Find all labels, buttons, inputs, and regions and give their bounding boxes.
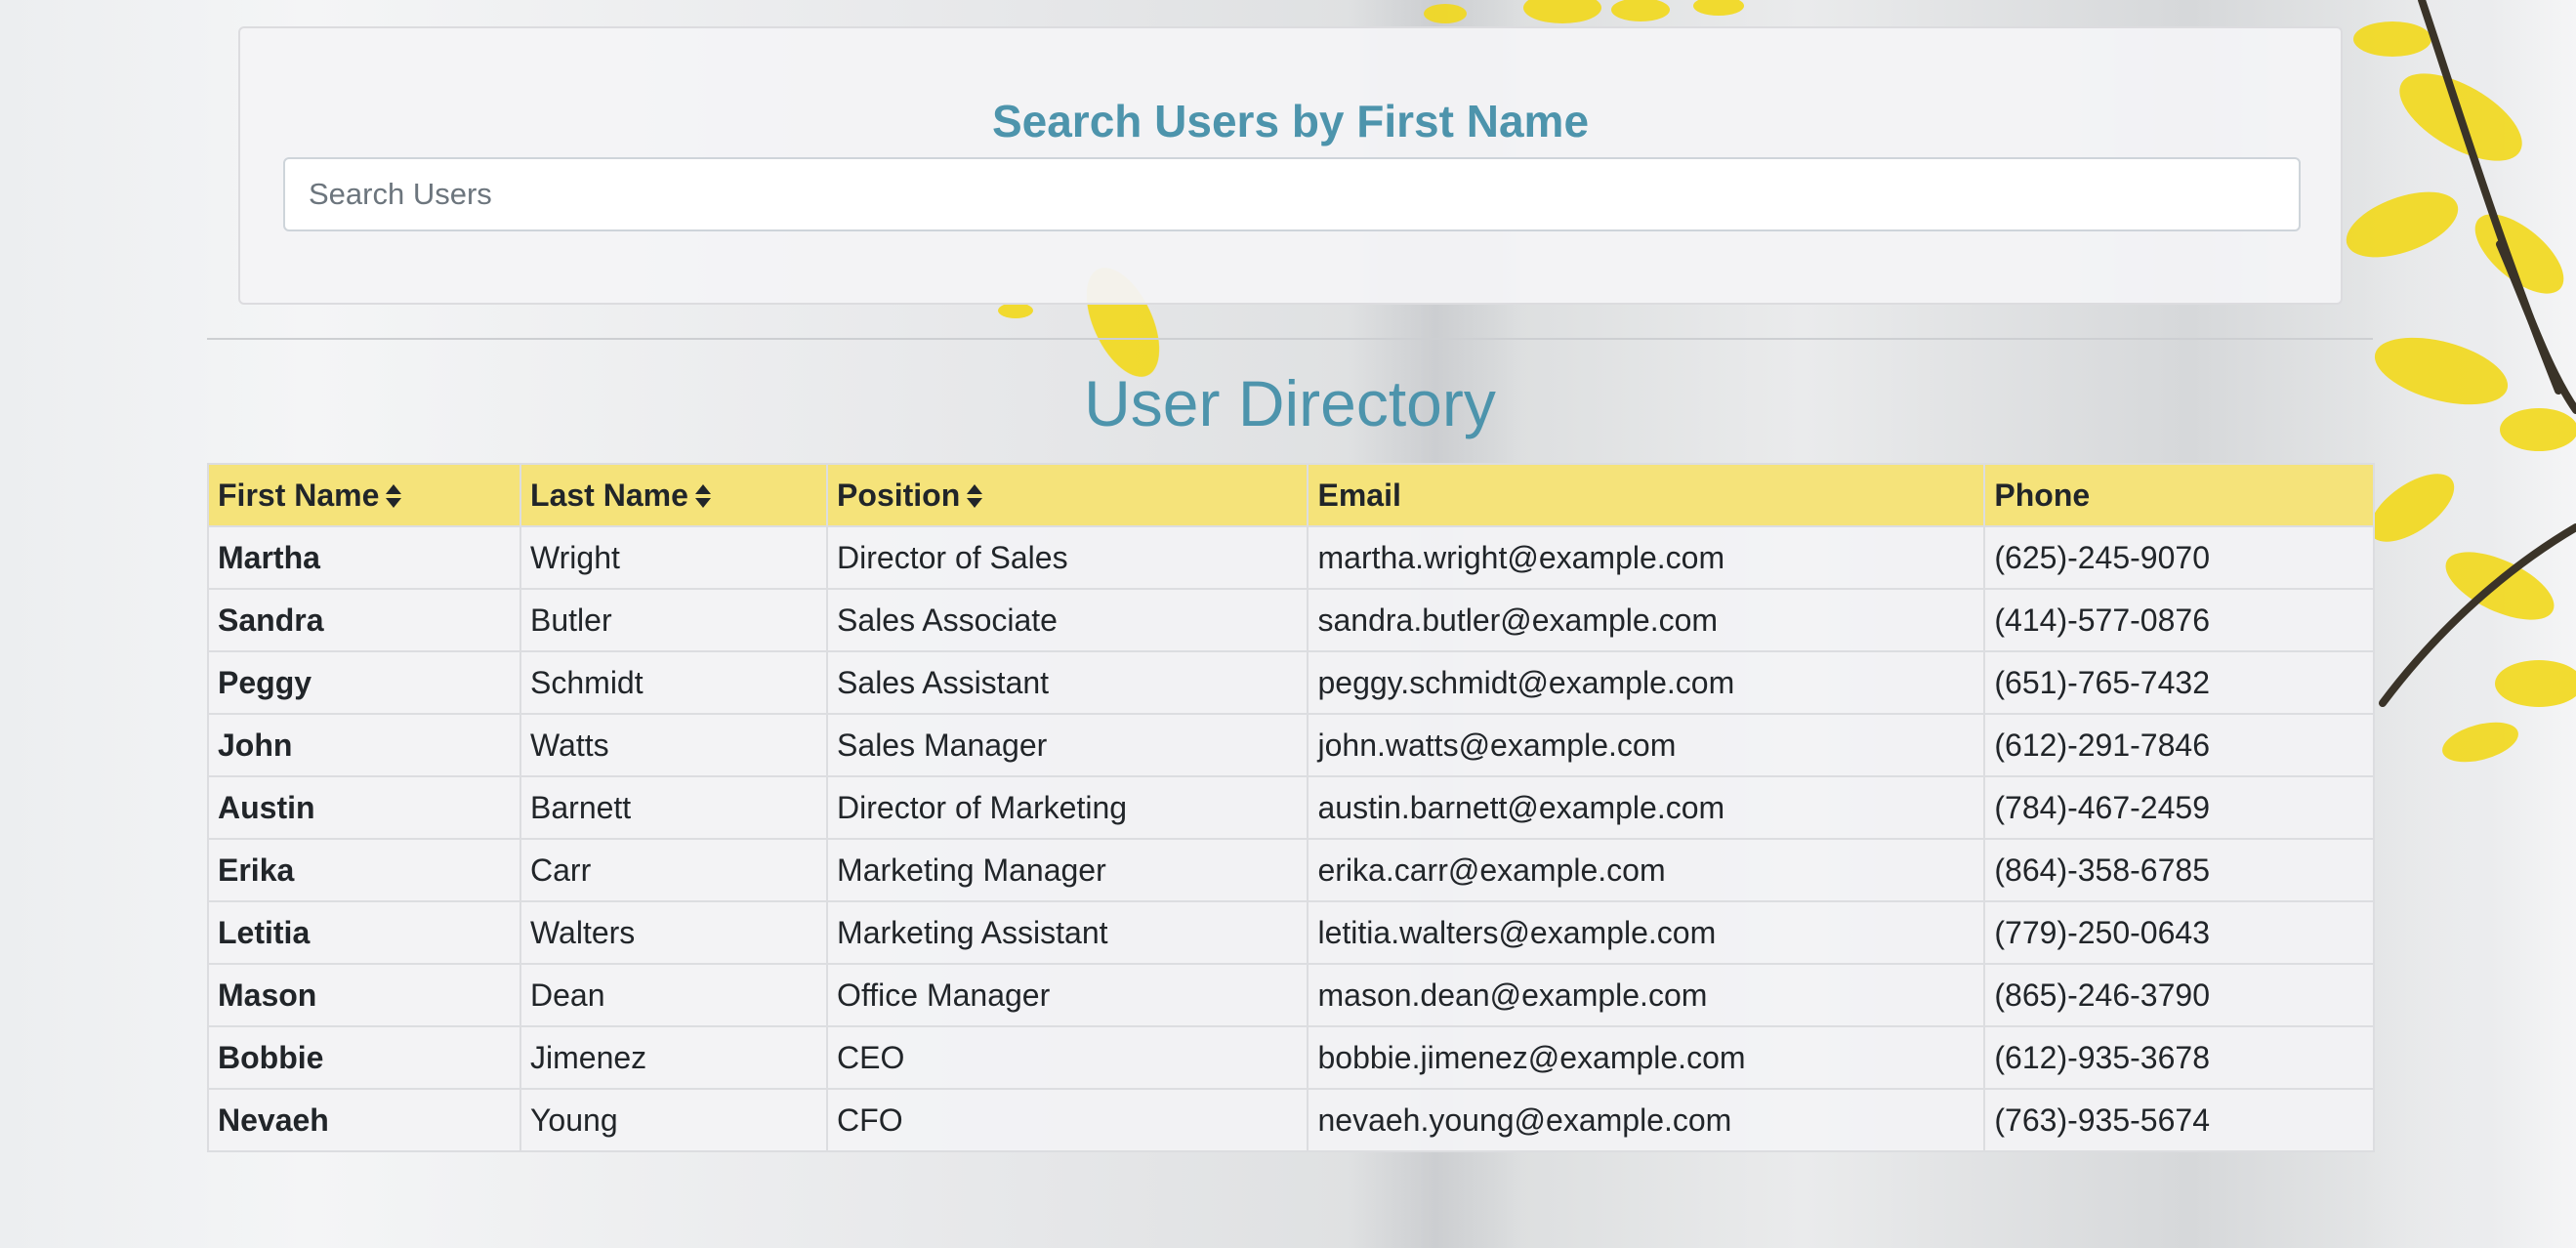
sort-icon — [386, 483, 402, 508]
cell-last-name: Young — [519, 1088, 829, 1152]
column-header-label: First Name — [218, 477, 380, 513]
table-row: Nevaeh Young CFO nevaeh.young@example.co… — [206, 1088, 2375, 1152]
cell-last-name: Watts — [519, 713, 829, 777]
cell-phone: (625)-245-9070 — [1983, 525, 2375, 590]
cell-position: Sales Associate — [826, 588, 1309, 652]
cell-first-name: Peggy — [206, 650, 522, 715]
cell-last-name: Butler — [519, 588, 829, 652]
cell-phone: (651)-765-7432 — [1983, 650, 2375, 715]
cell-position: Sales Manager — [826, 713, 1309, 777]
cell-first-name: Bobbie — [206, 1025, 522, 1090]
divider — [207, 338, 2373, 340]
table-row: John Watts Sales Manager john.watts@exam… — [206, 713, 2375, 777]
cell-email: martha.wright@example.com — [1307, 525, 1986, 590]
table-row: Letitia Walters Marketing Assistant leti… — [206, 900, 2375, 965]
cell-position: Marketing Assistant — [826, 900, 1309, 965]
cell-first-name: Martha — [206, 525, 522, 590]
cell-last-name: Barnett — [519, 775, 829, 840]
cell-last-name: Jimenez — [519, 1025, 829, 1090]
table-row: Erika Carr Marketing Manager erika.carr@… — [206, 838, 2375, 902]
table-row: Mason Dean Office Manager mason.dean@exa… — [206, 963, 2375, 1027]
cell-phone: (612)-935-3678 — [1983, 1025, 2375, 1090]
cell-phone: (763)-935-5674 — [1983, 1088, 2375, 1152]
table-row: Bobbie Jimenez CEO bobbie.jimenez@exampl… — [206, 1025, 2375, 1090]
cell-email: sandra.butler@example.com — [1307, 588, 1986, 652]
cell-last-name: Wright — [519, 525, 829, 590]
cell-position: Office Manager — [826, 963, 1309, 1027]
cell-first-name: Erika — [206, 838, 522, 902]
search-title: Search Users by First Name — [991, 96, 1590, 146]
cell-email: john.watts@example.com — [1307, 713, 1986, 777]
column-header-label: Last Name — [530, 477, 688, 513]
column-header-last-name[interactable]: Last Name — [519, 463, 829, 527]
cell-phone: (784)-467-2459 — [1983, 775, 2375, 840]
cell-phone: (865)-246-3790 — [1983, 963, 2375, 1027]
cell-email: letitia.walters@example.com — [1307, 900, 1986, 965]
cell-first-name: Sandra — [206, 588, 522, 652]
sort-icon — [694, 483, 711, 508]
column-header-label: Phone — [1994, 477, 2091, 513]
cell-position: Director of Marketing — [826, 775, 1309, 840]
table-row: Austin Barnett Director of Marketing aus… — [206, 775, 2375, 840]
table-row: Peggy Schmidt Sales Assistant peggy.schm… — [206, 650, 2375, 715]
cell-email: mason.dean@example.com — [1307, 963, 1986, 1027]
cell-position: Marketing Manager — [826, 838, 1309, 902]
cell-phone: (779)-250-0643 — [1983, 900, 2375, 965]
cell-position: Sales Assistant — [826, 650, 1309, 715]
column-header-position[interactable]: Position — [826, 463, 1309, 527]
cell-position: CFO — [826, 1088, 1309, 1152]
cell-first-name: Letitia — [206, 900, 522, 965]
cell-last-name: Carr — [519, 838, 829, 902]
cell-position: CEO — [826, 1025, 1309, 1090]
cell-phone: (414)-577-0876 — [1983, 588, 2375, 652]
table-row: Sandra Butler Sales Associate sandra.but… — [206, 588, 2375, 652]
column-header-label: Email — [1317, 477, 1401, 513]
cell-first-name: Nevaeh — [206, 1088, 522, 1152]
cell-email: peggy.schmidt@example.com — [1307, 650, 1986, 715]
search-card: Search Users by First Name — [238, 26, 2343, 305]
cell-last-name: Walters — [519, 900, 829, 965]
cell-email: austin.barnett@example.com — [1307, 775, 1986, 840]
cell-first-name: Mason — [206, 963, 522, 1027]
cell-email: nevaeh.young@example.com — [1307, 1088, 1986, 1152]
cell-phone: (864)-358-6785 — [1983, 838, 2375, 902]
cell-position: Director of Sales — [826, 525, 1309, 590]
table-header-row: First Name Last Name Position Email Phon… — [206, 463, 2375, 527]
user-table: First Name Last Name Position Email Phon… — [206, 463, 2375, 1152]
column-header-phone: Phone — [1983, 463, 2375, 527]
column-header-email: Email — [1307, 463, 1986, 527]
column-header-first-name[interactable]: First Name — [206, 463, 522, 527]
page-title: User Directory — [1084, 367, 1496, 439]
cell-phone: (612)-291-7846 — [1983, 713, 2375, 777]
cell-email: erika.carr@example.com — [1307, 838, 1986, 902]
table-row: Martha Wright Director of Sales martha.w… — [206, 525, 2375, 590]
sort-icon — [967, 483, 983, 508]
cell-email: bobbie.jimenez@example.com — [1307, 1025, 1986, 1090]
cell-last-name: Schmidt — [519, 650, 829, 715]
cell-first-name: Austin — [206, 775, 522, 840]
column-header-label: Position — [837, 477, 961, 513]
cell-last-name: Dean — [519, 963, 829, 1027]
search-input[interactable] — [283, 157, 2301, 231]
cell-first-name: John — [206, 713, 522, 777]
